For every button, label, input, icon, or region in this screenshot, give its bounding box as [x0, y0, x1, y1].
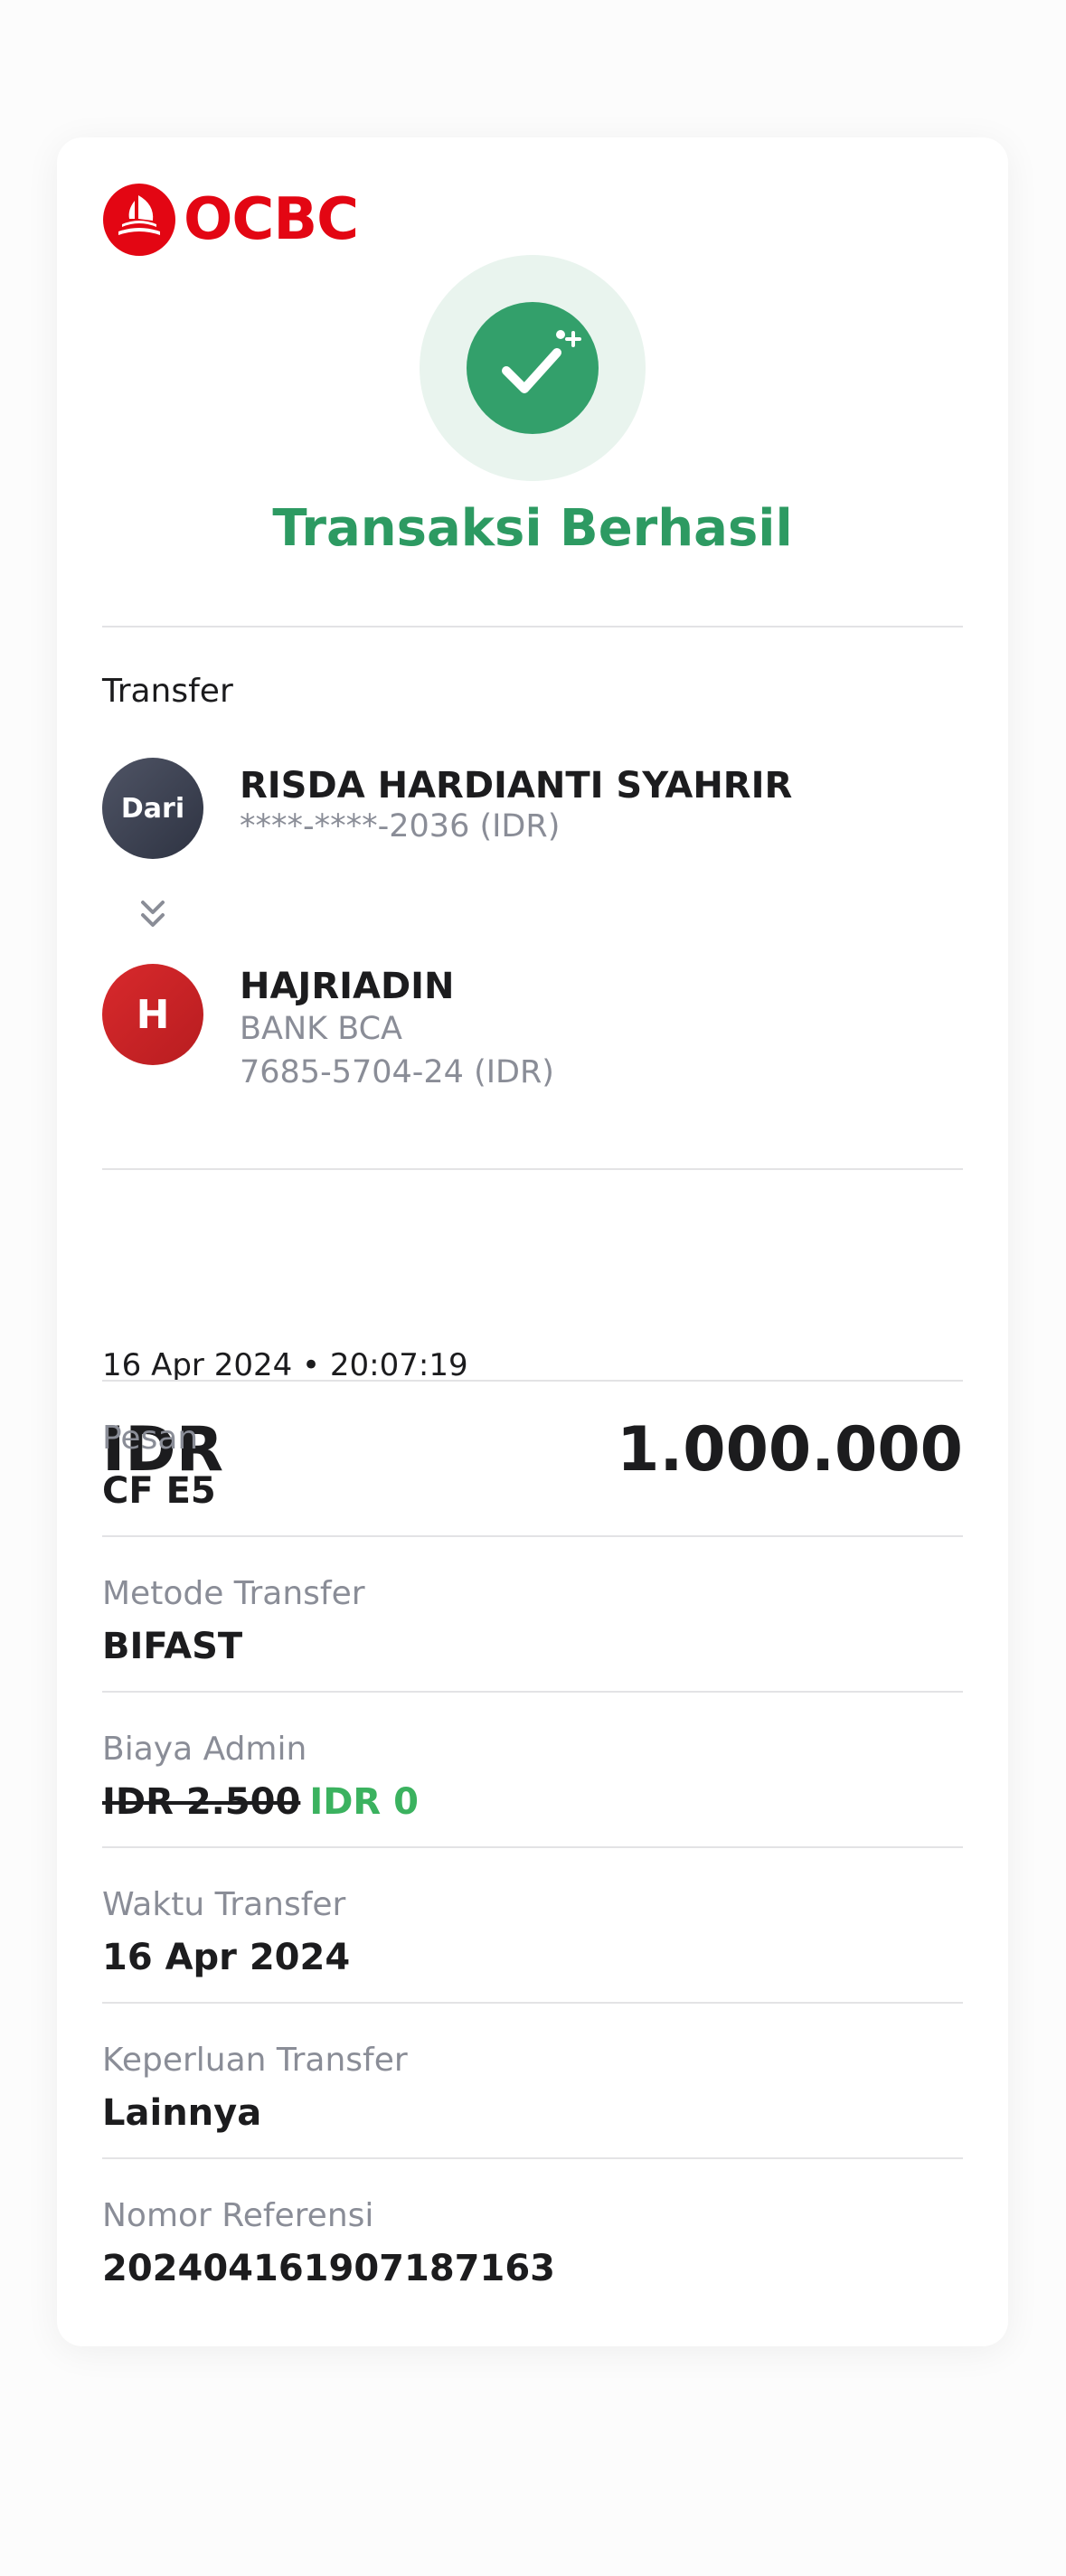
sender-name: RISDA HARDIANTI SYAHRIR: [240, 765, 793, 807]
transfer-purpose-value: Lainnya: [102, 2092, 262, 2134]
divider: [102, 1691, 963, 1693]
reference-number-label: Nomor Referensi: [102, 2197, 374, 2234]
brand-logo: OCBC: [102, 183, 359, 257]
divider: [102, 2002, 963, 2004]
sender-account: ****-****-2036 (IDR): [240, 808, 561, 845]
divider: [102, 1846, 963, 1848]
status-title: Transaksi Berhasil: [272, 499, 793, 558]
recipient-avatar: H: [102, 964, 203, 1065]
message-value: CF E5: [102, 1470, 216, 1512]
double-chevron-down-icon: [141, 901, 165, 927]
amount-value: 1.000.000: [617, 1414, 963, 1486]
reference-number-value: 202404161907187163: [102, 2248, 555, 2289]
receipt-card: OCBC Transaksi Berhasil Transfer Dari RI…: [57, 137, 1008, 2346]
admin-fee-value: IDR 2.500 IDR 0: [102, 1781, 419, 1823]
admin-fee-actual: IDR 0: [309, 1781, 419, 1823]
divider: [102, 626, 963, 627]
recipient-account: 7685-5704-24 (IDR): [240, 1054, 554, 1090]
status-icon-circle: [467, 302, 599, 434]
transfer-time-label: Waktu Transfer: [102, 1886, 346, 1923]
divider: [102, 1380, 963, 1382]
transaction-datetime: 16 Apr 2024 • 20:07:19: [102, 1347, 468, 1383]
sender-avatar: Dari: [102, 758, 203, 859]
admin-fee-label: Biaya Admin: [102, 1731, 307, 1768]
divider: [102, 1168, 963, 1170]
receipt-content: OCBC Transaksi Berhasil Transfer Dari RI…: [102, 137, 963, 2346]
recipient-name: HAJRIADIN: [240, 966, 455, 1007]
transfer-method-label: Metode Transfer: [102, 1575, 365, 1612]
divider: [102, 2157, 963, 2159]
recipient-bank: BANK BCA: [240, 1011, 402, 1047]
brand-name: OCBC: [184, 186, 359, 253]
status-icon-halo: [420, 255, 646, 481]
ocbc-sail-logo-icon: [103, 184, 175, 256]
transfer-time-value: 16 Apr 2024: [102, 1937, 351, 1978]
section-label-transfer: Transfer: [102, 673, 233, 710]
admin-fee-original: IDR 2.500: [102, 1781, 301, 1823]
transfer-purpose-label: Keperluan Transfer: [102, 2042, 408, 2079]
check-sparkle-icon: [502, 330, 581, 393]
transfer-method-value: BIFAST: [102, 1626, 243, 1667]
divider: [102, 1535, 963, 1537]
message-label: Pesan: [102, 1420, 199, 1457]
